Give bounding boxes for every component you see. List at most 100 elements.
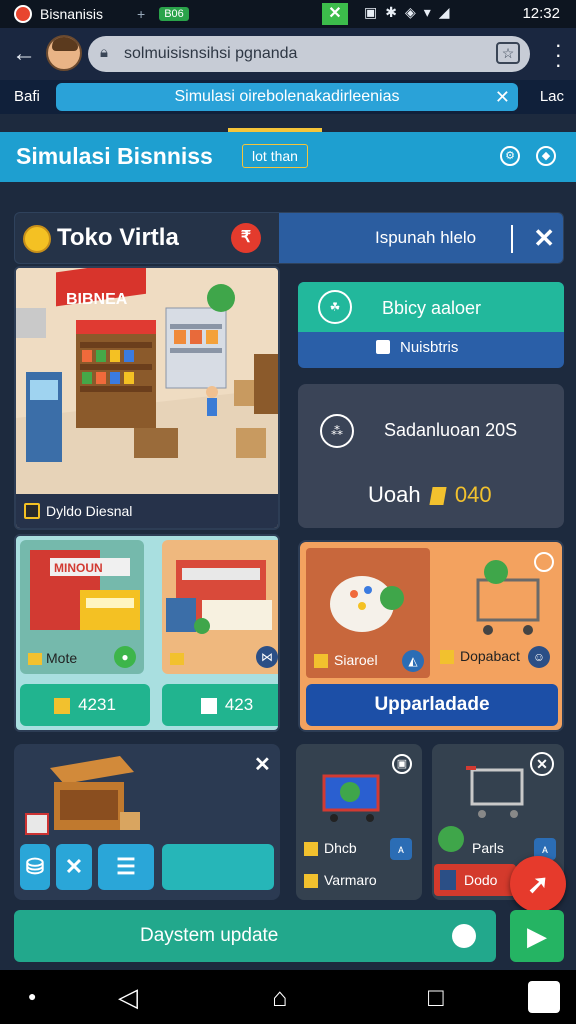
blue-cart-illustration: [322, 774, 380, 822]
upgrade-panel: Siaroel ◭ Dopabact ☺ Upparladade: [298, 540, 564, 732]
cart-1-badge-icon[interactable]: ᴀ: [390, 838, 412, 860]
store-illustration-card[interactable]: BIBNEA Dyldo Diesnal: [14, 266, 280, 530]
back-arrow-icon[interactable]: ←: [12, 40, 36, 68]
address-bar[interactable]: 🔒︎ solmuisisnsihsi pgnanda ☆: [88, 36, 530, 72]
cancel-button[interactable]: ✕: [56, 844, 92, 890]
business-card-title: Bbicy aaloer: [382, 298, 482, 318]
store-board: MINOUN Mote ● ⋈ 4231 423: [14, 534, 280, 732]
mini-store-card-2[interactable]: ⋈: [162, 540, 278, 674]
avatar[interactable]: [46, 35, 82, 71]
nav-home-icon[interactable]: ⌂: [272, 982, 288, 1013]
price-button-2[interactable]: 423: [162, 684, 278, 726]
mini-store-illustration-1: MINOUN: [30, 550, 140, 630]
system-icons: ▣✱◈▾◢: [364, 4, 458, 20]
user-badge-icon[interactable]: ☺: [528, 646, 550, 668]
gold-bar-icon: [429, 487, 447, 506]
url-text[interactable]: solmuisisnsihsi pgnanda: [124, 45, 297, 63]
grid-badge-icon[interactable]: ⋈: [256, 646, 278, 668]
cart-2-button-label: Dodo: [464, 872, 498, 888]
inventory-card[interactable]: ✕ ⛁ ✕ ☰: [14, 744, 280, 900]
business-card-header: ☘ Bbicy aaloer: [298, 282, 564, 332]
close-notification-icon: ✕: [322, 3, 348, 25]
mini-store-label-1: Mote: [28, 650, 77, 666]
nav-recents-icon[interactable]: □: [428, 982, 444, 1013]
store-scene-illustration: BIBNEA: [16, 268, 278, 498]
more-menu-icon[interactable]: · · ·: [555, 34, 562, 76]
upgrade-option-2-label: Dopabact: [440, 648, 520, 665]
close-icon[interactable]: ✕: [254, 752, 271, 777]
confirm-button[interactable]: [162, 844, 274, 890]
banner-pill[interactable]: Simulasi oirebolenakadirleenias ✕: [56, 83, 518, 111]
list-button[interactable]: ☰: [98, 844, 154, 890]
mini-store-label-2: [170, 650, 188, 666]
cart-2-button[interactable]: Dodo: [434, 864, 516, 896]
system-update-bar[interactable]: Daystem update: [14, 910, 496, 962]
store-card-footer: Dyldo Diesnal: [16, 494, 278, 528]
page-title: Simulasi Bisnniss: [16, 143, 213, 169]
tab-lot-than[interactable]: lot than: [242, 144, 308, 168]
status-badge: B06: [159, 7, 189, 21]
coin-icon: [54, 697, 71, 714]
coin-icon: [23, 225, 51, 253]
cart-2-button-icon: [440, 870, 456, 890]
cash-icon: [200, 697, 217, 714]
options-icon[interactable]: ▣: [392, 754, 412, 774]
chat-icon[interactable]: [452, 924, 476, 948]
system-update-label: Daystem update: [140, 925, 279, 946]
status-time: 12:32: [522, 5, 560, 22]
stall-illustration: [25, 756, 140, 835]
store-search-panel[interactable]: Ispunah hlelo ✕: [279, 213, 563, 263]
app-header: Simulasi Bisnniss lot than ⚙ ◆: [0, 132, 576, 182]
status-app-title: Bisnanisis: [40, 6, 104, 22]
store-search-label: Ispunah hlelo: [375, 228, 477, 247]
banner-right-label: Lac: [539, 88, 564, 105]
close-icon[interactable]: ✕: [530, 752, 554, 776]
store-icon: [24, 503, 40, 519]
balance-prefix: Uoah: [368, 482, 421, 507]
store-sign: BIBNEA: [66, 291, 128, 308]
action-fab[interactable]: ➚: [510, 856, 566, 912]
close-icon[interactable]: ✕: [533, 223, 555, 254]
store-header: Toko Virtla ₹ Ispunah hlelo ✕: [14, 212, 564, 264]
mini-store-card-1[interactable]: MINOUN Mote ●: [20, 540, 144, 674]
banner-close-icon[interactable]: ✕: [495, 87, 510, 108]
currency-badge-icon[interactable]: ₹: [231, 223, 261, 253]
info-badge-icon[interactable]: ◭: [402, 650, 424, 672]
info-banner: Bafi Simulasi oirebolenakadirleenias ✕ L…: [0, 80, 576, 114]
cart-2-label: Parls: [472, 840, 504, 856]
dot-icon: ●: [28, 988, 37, 1004]
nav-back-icon[interactable]: ◁: [118, 982, 138, 1013]
bookmark-icon[interactable]: ☆: [496, 42, 520, 64]
balance-title: Sadanluoan 20S: [384, 420, 518, 440]
check-badge-icon[interactable]: ●: [114, 646, 136, 668]
green-coin-icon: [438, 826, 464, 852]
banner-text: Simulasi oirebolenakadirleenias: [174, 88, 400, 105]
mini-store-illustration-2: [166, 560, 272, 634]
balance-card[interactable]: ⁂ Sadanluoan 20S Uoah 040: [298, 384, 564, 528]
settings-icon[interactable]: ⚙: [500, 146, 520, 166]
cart-card-1[interactable]: ▣ Dhcb ᴀ Varmaro: [296, 744, 422, 900]
shopping-cart-illustration: [476, 552, 554, 635]
upgrade-option-1[interactable]: Siaroel ◭: [306, 548, 430, 678]
balance-value: 040: [454, 482, 492, 507]
chart-icon: ⁂: [320, 414, 354, 448]
store-title: Toko Virtla: [57, 224, 179, 251]
product-illustration: [330, 576, 404, 632]
business-card[interactable]: ☘ Bbicy aaloer Nuisbtris: [298, 282, 564, 368]
price-button-1[interactable]: 4231: [20, 684, 150, 726]
mini-store-sign: MINOUN: [54, 561, 103, 575]
cart-1-row-1: Dhcb: [304, 840, 357, 857]
lock-icon: 🔒︎: [100, 44, 108, 61]
store-card-label: Dyldo Diesnal: [46, 503, 133, 519]
upgrade-option-1-label: Siaroel: [314, 652, 378, 668]
qr-icon[interactable]: [528, 981, 560, 1013]
app-notification-icon: [14, 5, 32, 23]
balance-value-row: Uoah 040: [368, 482, 492, 508]
trash-button[interactable]: ⛁: [20, 844, 50, 890]
banner-left-label: Bafi: [14, 88, 40, 105]
upgrade-button[interactable]: Upparladade: [306, 684, 558, 726]
cart-1-row-2: Varmaro: [304, 872, 377, 889]
info-icon[interactable]: ◆: [536, 146, 556, 166]
business-icon: ☘: [318, 290, 352, 324]
play-button[interactable]: ▶: [510, 910, 564, 962]
